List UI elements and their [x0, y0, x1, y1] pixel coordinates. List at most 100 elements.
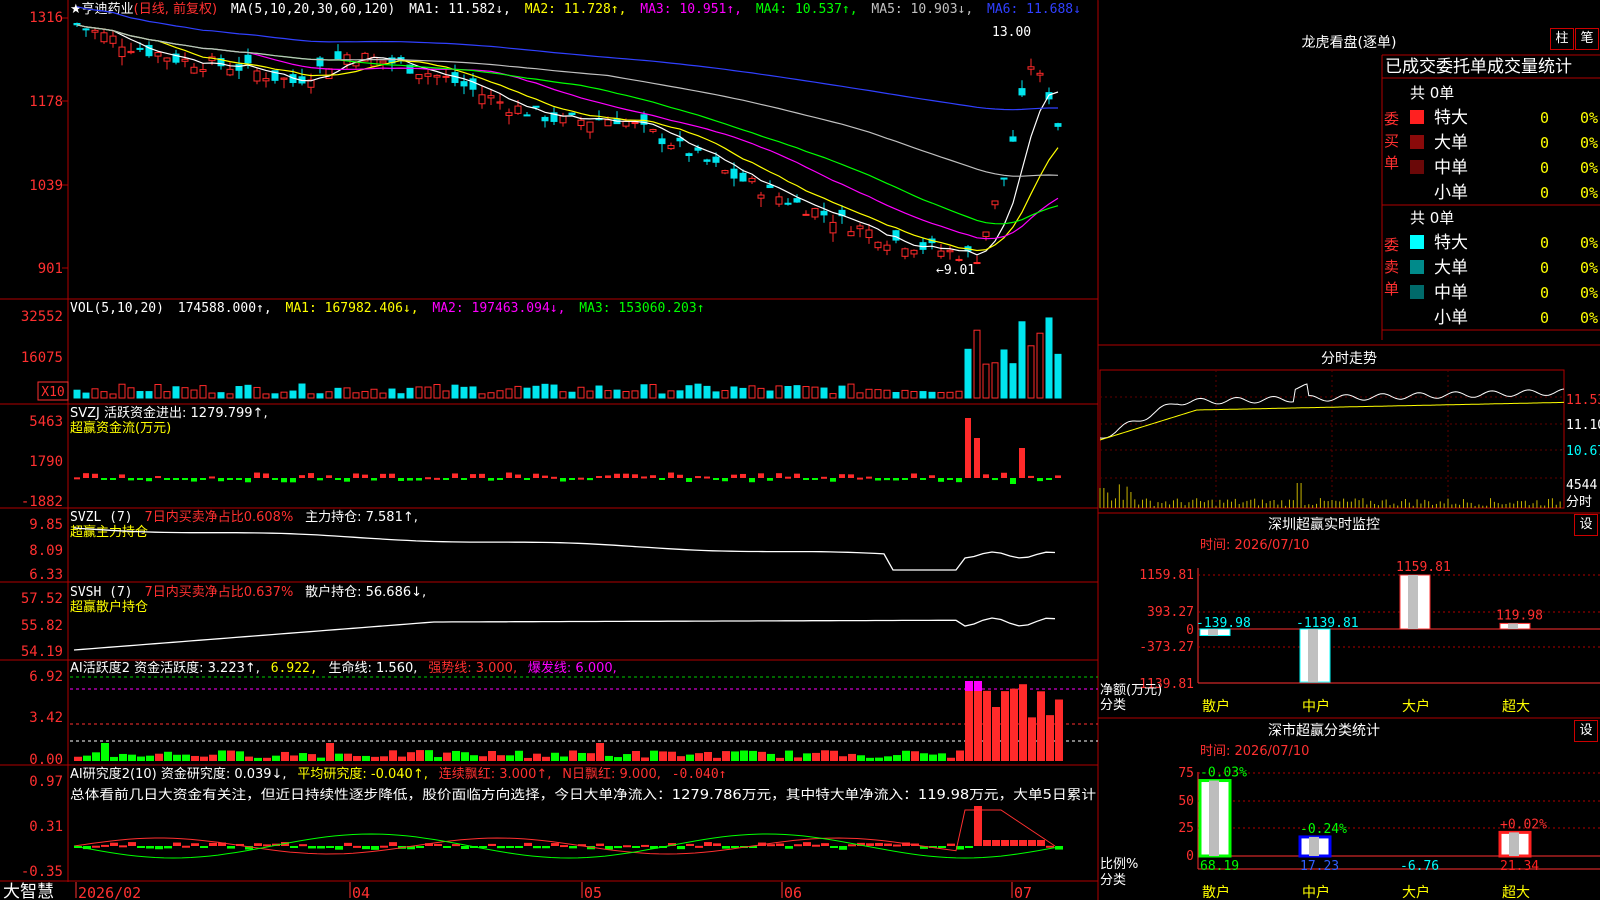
ai2-tick-mid: 0.31 [29, 819, 63, 835]
research-bar [506, 846, 514, 848]
volume-bar [1027, 345, 1035, 399]
volume-bar [640, 384, 648, 399]
activity-bar [191, 755, 199, 761]
research-bar [416, 846, 424, 849]
sell-row-percent: 0% [1580, 234, 1598, 252]
fund-flow-bar [146, 478, 152, 482]
activity-bar [587, 753, 595, 761]
fund-flow-bar [119, 474, 125, 478]
activity-bar [371, 756, 379, 761]
cls-tick-2: 25 [1178, 821, 1194, 836]
svzl-tick-bottom: 6.33 [29, 567, 63, 583]
volume-bar [550, 384, 558, 399]
candle-body [577, 119, 585, 126]
research-bar [191, 843, 199, 846]
sell-row-percent: 0% [1580, 259, 1598, 277]
research-bar [434, 843, 442, 846]
activity-bar [956, 750, 964, 761]
fund-flow-bar [1019, 448, 1025, 478]
fund-flow-bar [893, 478, 899, 481]
volume-bar [433, 384, 441, 399]
volume-bar [829, 393, 837, 399]
activity-bar [614, 757, 622, 761]
fund-flow-bar [236, 478, 242, 480]
research-bar [677, 846, 685, 850]
fund-flow-bar [416, 478, 422, 481]
activity-bar [1037, 691, 1045, 761]
fund-flow-bar [272, 478, 278, 480]
fund-flow-bar [470, 474, 476, 478]
ma20-line [76, 24, 1059, 240]
volume-bar [820, 387, 828, 399]
research-bar [1028, 840, 1036, 846]
volume-bar [1018, 321, 1026, 399]
volume-bar [208, 392, 216, 399]
research-bar [182, 845, 190, 848]
research-bar [452, 844, 460, 847]
candle-body [100, 32, 108, 43]
fund-flow-bar [452, 473, 458, 478]
candle-body [154, 52, 162, 57]
activity-bar [632, 750, 640, 761]
candle-body [721, 170, 729, 174]
candle-body [514, 105, 522, 114]
fund-flow-bar [74, 477, 80, 480]
x-label-apr: 04 [352, 884, 370, 900]
main-position-line [73, 527, 1056, 571]
volume-bar [109, 393, 117, 399]
intraday-tick-high: 11.53 [1566, 393, 1600, 408]
bar-mode-button[interactable]: 柱 [1550, 28, 1574, 50]
activity-bar [326, 743, 334, 761]
lhb-title: 龙虎看盘(逐单) [1302, 34, 1397, 51]
fund-flow-bar [164, 478, 170, 480]
cls-settings-button[interactable]: 设 [1574, 720, 1598, 742]
research-bar [1037, 840, 1045, 846]
research-bar [713, 843, 721, 846]
sz-monitor-time: 时间: 2026/07/10 [1200, 538, 1309, 553]
activity-bar [983, 690, 991, 761]
research-bar [299, 844, 307, 847]
activity-bar [830, 750, 838, 761]
sz-settings-button[interactable]: 设 [1574, 514, 1598, 536]
candle-body [190, 66, 198, 74]
ai2-tick-bottom: -0.35 [21, 864, 63, 880]
fund-flow-bar [839, 474, 845, 478]
research-bar [380, 845, 388, 848]
research-bar [200, 846, 208, 848]
activity-bar [803, 753, 811, 761]
fund-flow-bar [254, 472, 260, 478]
activity-bar [668, 751, 676, 761]
volume-bar [163, 391, 171, 399]
candle-body [784, 202, 792, 205]
candle-body [604, 119, 612, 127]
research-bar [875, 842, 883, 846]
svzj-subtitle: 超赢资金流(万元) [70, 420, 171, 436]
research-bar [146, 846, 154, 849]
volume-bar [1009, 363, 1017, 399]
research-bar [308, 846, 316, 849]
buy-row-value: 0 [1540, 184, 1549, 202]
price-axis-tick-901: 901 [38, 261, 63, 277]
research-bar [497, 846, 505, 849]
candle-body [910, 249, 918, 255]
candle-body [892, 230, 900, 241]
buy-side-label: 委买单 [1384, 110, 1399, 172]
volume-bar [532, 385, 540, 399]
tick-mode-button[interactable]: 笔 [1575, 28, 1599, 50]
activity-bar [641, 757, 649, 761]
fund-flow-bar [650, 475, 656, 478]
fund-flow-bar [137, 478, 143, 480]
research-bar [848, 844, 856, 847]
activity-bar [929, 754, 937, 761]
cls-unit2: 分类 [1100, 873, 1126, 888]
activity-bar [398, 756, 406, 761]
candle-body [370, 56, 378, 67]
buy-row-name: 大单 [1434, 133, 1468, 153]
activity-bar [245, 756, 253, 761]
fund-flow-bar [938, 478, 944, 482]
volume-bar [523, 387, 531, 399]
stock-chart-canvas[interactable]: 1316 1178 1039 901 ★亨迪药业(日线, 前复权) MA(5,1… [0, 0, 1600, 900]
activity-bar [236, 751, 244, 761]
fund-flow-bar [956, 478, 962, 483]
fund-flow-bar [785, 476, 791, 479]
